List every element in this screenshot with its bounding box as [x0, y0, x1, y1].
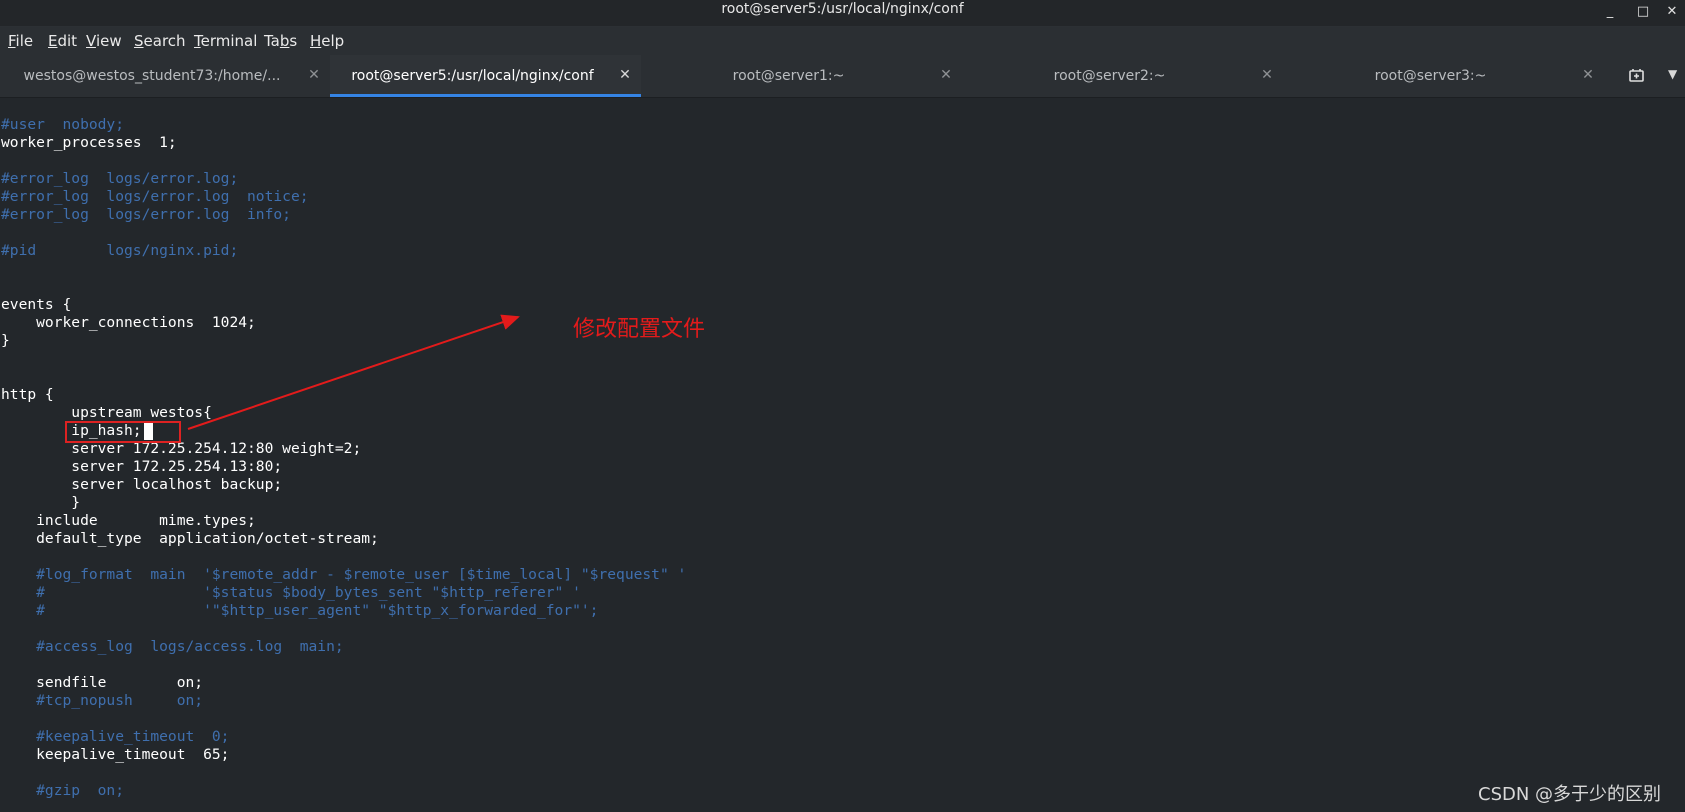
- watermark: CSDN @多于少的区别: [1478, 784, 1662, 805]
- annotation-label: 修改配置文件: [573, 317, 706, 342]
- annotation-arrow: [187, 314, 520, 430]
